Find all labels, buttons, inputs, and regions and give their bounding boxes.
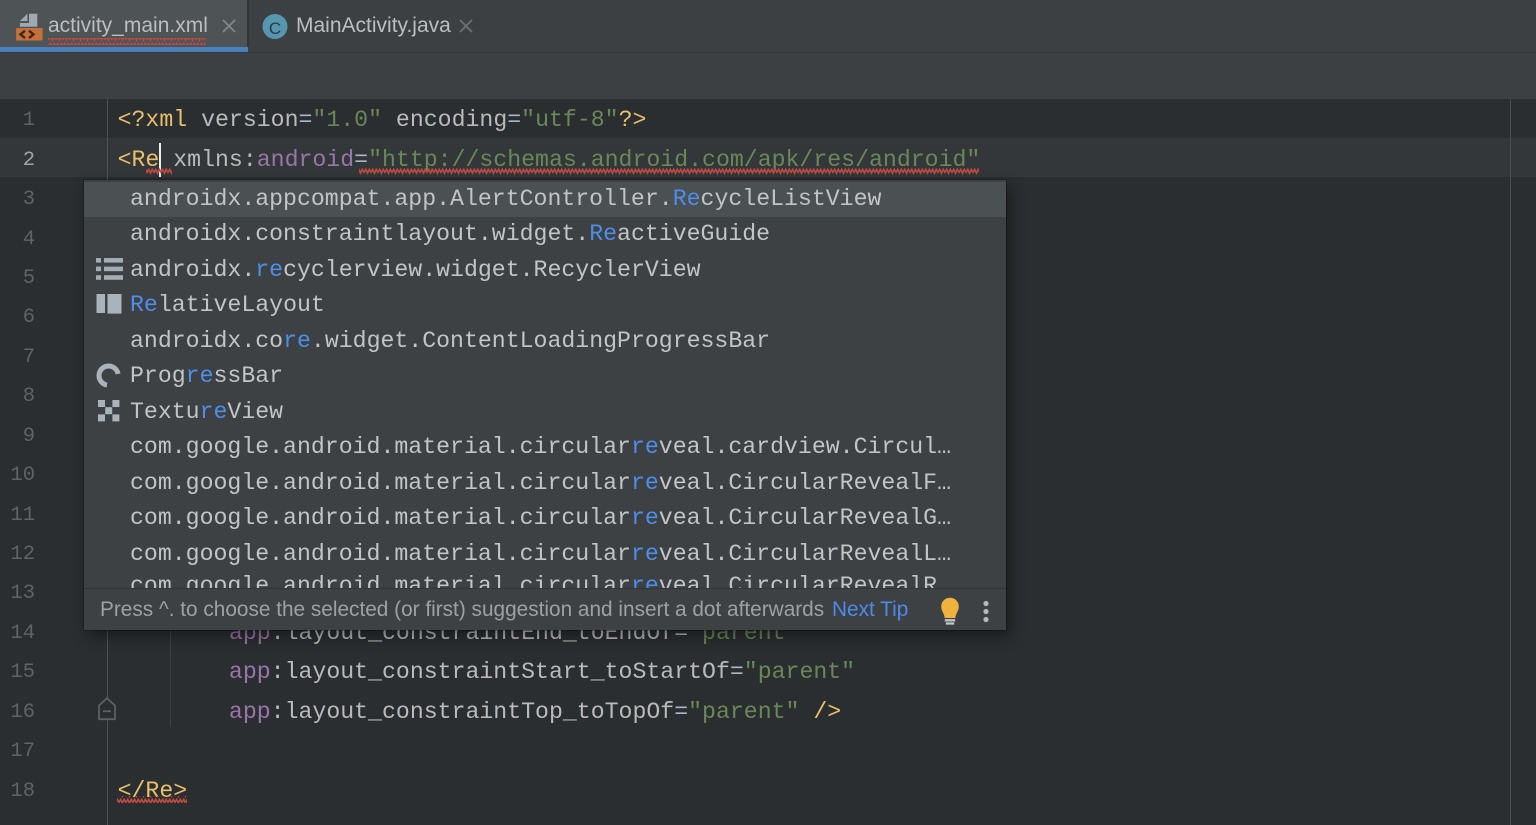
svg-text:C: C xyxy=(269,19,281,38)
